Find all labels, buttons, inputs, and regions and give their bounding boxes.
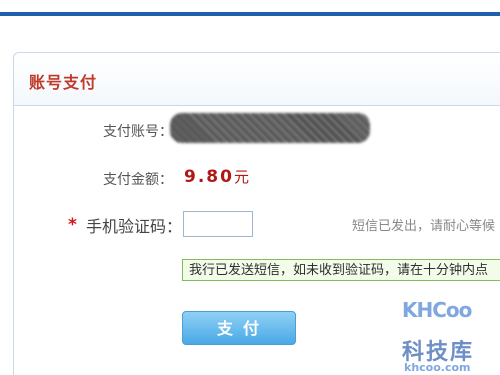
sms-notice-box: 我行已发送短信，如未收到验证码，请在十分钟内点 (182, 259, 500, 281)
watermark-logo-text: KHCoo (402, 298, 472, 322)
sms-code-input[interactable] (183, 211, 253, 237)
amount-number: 9.80 (184, 167, 234, 187)
amount-value: 9.80元 (184, 166, 249, 187)
watermark-url: khcoo.com (404, 361, 471, 374)
amount-unit: 元 (233, 168, 249, 186)
account-number-redacted (170, 113, 370, 143)
top-accent-bar (0, 12, 500, 16)
amount-label: 支付金额： (103, 172, 173, 188)
payment-page: 账号支付 支付账号： 支付金额： 9.80元 * 手机验证码： 短信已发出，请耐… (0, 0, 500, 375)
panel-title: 账号支付 (29, 73, 98, 92)
pay-button[interactable]: 支付 (182, 311, 296, 345)
phone-code-label: 手机验证码： (86, 217, 183, 236)
required-mark: * (68, 215, 77, 235)
sms-notice-text: 我行已发送短信，如未收到验证码，请在十分钟内点 (189, 263, 489, 278)
watermark-logo: KHCoo 科技库 khcoo.com (392, 298, 492, 375)
panel-header: 账号支付 (14, 53, 500, 106)
account-label: 支付账号： (103, 124, 173, 140)
sms-sent-hint: 短信已发出，请耐心等候 (352, 219, 496, 234)
